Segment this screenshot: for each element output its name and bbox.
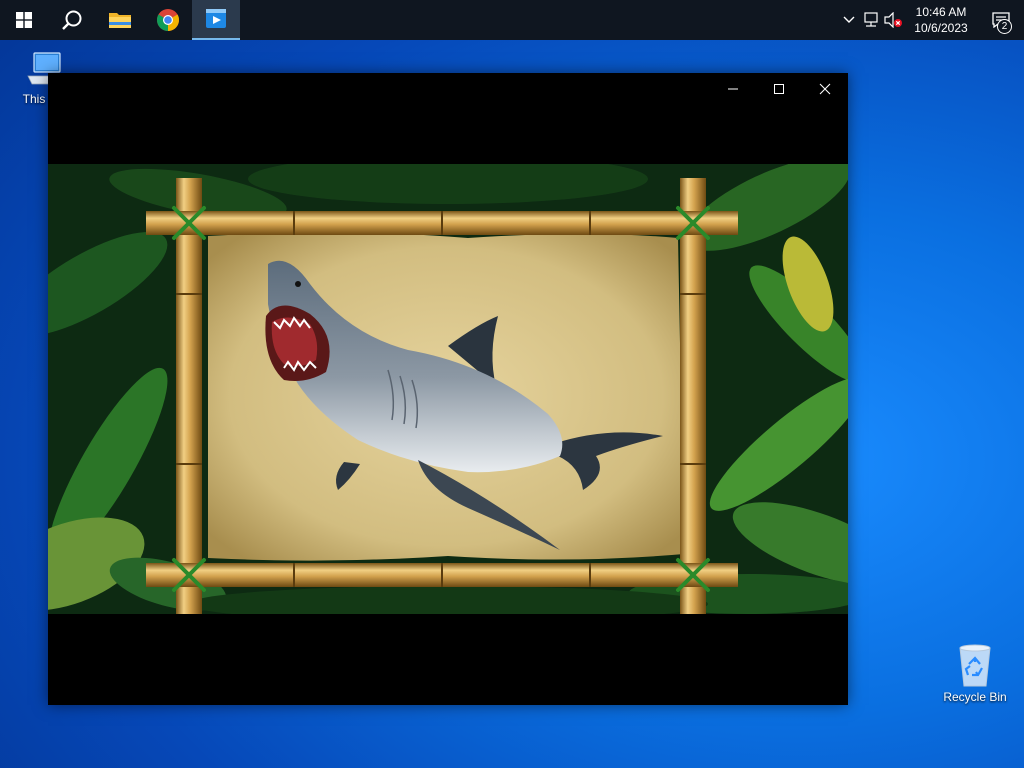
volume-muted-icon xyxy=(884,12,902,28)
network-button[interactable] xyxy=(860,0,882,40)
windows-logo-icon xyxy=(16,12,32,28)
media-app-window[interactable] xyxy=(48,73,848,705)
video-frame[interactable] xyxy=(48,164,848,614)
recycle-bin-label: Recycle Bin xyxy=(943,690,1007,704)
system-tray: 10:46 AM 10/6/2023 2 xyxy=(838,0,1024,40)
media-app-button[interactable] xyxy=(192,0,240,40)
action-center-button[interactable]: 2 xyxy=(978,0,1024,40)
desktop-icon-recycle-bin[interactable]: Recycle Bin xyxy=(937,642,1013,704)
media-player-icon xyxy=(206,9,226,28)
minimize-icon xyxy=(728,88,738,90)
chrome-icon xyxy=(157,9,179,31)
maximize-button[interactable] xyxy=(756,73,802,105)
close-icon xyxy=(819,83,831,95)
close-button[interactable] xyxy=(802,73,848,105)
folder-icon xyxy=(109,13,131,28)
network-icon xyxy=(864,12,878,27)
clock-time: 10:46 AM xyxy=(915,5,967,19)
recycle-bin-icon xyxy=(959,644,991,687)
file-explorer-button[interactable] xyxy=(96,0,144,40)
taskbar: 10:46 AM 10/6/2023 2 xyxy=(0,0,1024,40)
clock[interactable]: 10:46 AM 10/6/2023 xyxy=(904,4,978,36)
chrome-button[interactable] xyxy=(144,0,192,40)
tray-overflow-button[interactable] xyxy=(838,0,860,40)
volume-button[interactable] xyxy=(882,0,904,40)
notification-count-badge: 2 xyxy=(997,19,1012,34)
chevron-up-icon xyxy=(843,16,855,23)
minimize-button[interactable] xyxy=(710,73,756,105)
search-button[interactable] xyxy=(48,0,96,40)
start-button[interactable] xyxy=(0,0,48,40)
maximize-icon xyxy=(774,84,784,94)
shark-scene-image xyxy=(48,164,848,614)
clock-date: 10/6/2023 xyxy=(914,21,968,35)
search-icon xyxy=(62,10,82,30)
